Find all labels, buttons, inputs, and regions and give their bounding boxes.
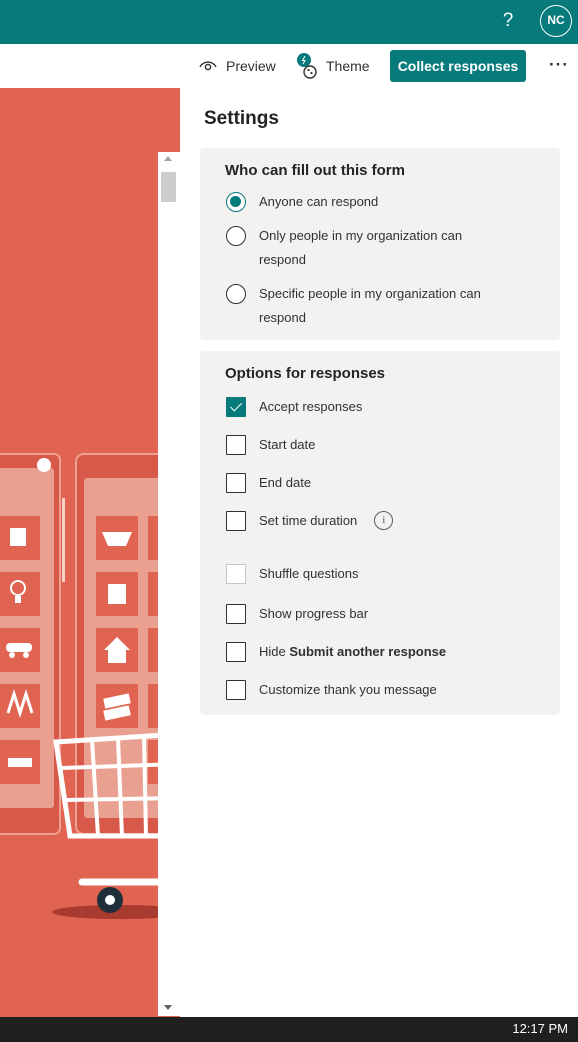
scroll-up-arrow-icon[interactable] bbox=[164, 156, 172, 161]
checkbox[interactable] bbox=[226, 642, 246, 662]
preview-button[interactable]: Preview bbox=[198, 44, 276, 88]
checkbox-label: Hide Submit another response bbox=[259, 640, 446, 664]
who-can-fill-title: Who can fill out this form bbox=[225, 162, 405, 179]
checkbox-label-bold: Submit another response bbox=[289, 644, 447, 659]
radio-label: Specific people in my organization can r… bbox=[259, 286, 481, 325]
radio-button[interactable] bbox=[226, 192, 246, 212]
checkbox[interactable] bbox=[226, 397, 246, 417]
info-icon[interactable]: i bbox=[374, 511, 394, 530]
radio-label: Only people in my organization can respo… bbox=[259, 228, 463, 267]
theme-button[interactable]: Theme bbox=[296, 44, 370, 88]
checkbox-label: Start date bbox=[259, 437, 316, 452]
checkbox-label: End date bbox=[259, 475, 312, 490]
checkbox-shuffle-questions: Shuffle questions bbox=[226, 562, 359, 586]
avatar[interactable]: NC bbox=[540, 5, 572, 37]
checkbox-end-date[interactable]: End date bbox=[226, 471, 311, 495]
radio-specific-people[interactable]: Specific people in my organization can r… bbox=[226, 282, 509, 330]
checkbox-start-date[interactable]: Start date bbox=[226, 433, 315, 457]
options-for-responses-card: Options for responses Accept responses S… bbox=[200, 351, 560, 715]
checkbox-label: Accept responses bbox=[259, 399, 363, 414]
help-icon[interactable]: ? bbox=[498, 8, 518, 34]
checkbox-label: Show progress bar bbox=[259, 606, 369, 621]
checkbox-label: Set time duration bbox=[259, 513, 358, 528]
preview-label: Preview bbox=[226, 58, 276, 74]
canvas-scrollbar[interactable] bbox=[158, 152, 180, 1016]
options-for-responses-title: Options for responses bbox=[225, 365, 386, 382]
checkbox[interactable] bbox=[226, 604, 246, 624]
radio-label: Anyone can respond bbox=[259, 194, 379, 209]
radio-organization[interactable]: Only people in my organization can respo… bbox=[226, 224, 509, 272]
scroll-down-arrow-icon[interactable] bbox=[164, 1005, 172, 1010]
command-bar: Preview Theme Collect responses ··· bbox=[0, 44, 578, 88]
checkbox-customize-thank-you[interactable]: Customize thank you message bbox=[226, 678, 437, 702]
checkbox[interactable] bbox=[226, 473, 246, 493]
taskbar-clock[interactable]: 12:17 PM bbox=[512, 1021, 568, 1036]
checkbox bbox=[226, 564, 246, 584]
theme-label: Theme bbox=[326, 58, 370, 74]
settings-panel: Settings Who can fill out this form Anyo… bbox=[180, 88, 578, 1017]
checkbox-label: Customize thank you message bbox=[259, 682, 437, 697]
radio-anyone[interactable]: Anyone can respond bbox=[226, 190, 509, 214]
collect-responses-button[interactable]: Collect responses bbox=[390, 50, 526, 82]
checkbox-accept-responses[interactable]: Accept responses bbox=[226, 395, 362, 419]
form-theme-canvas bbox=[0, 88, 180, 1017]
taskbar: 12:17 PM bbox=[0, 1017, 578, 1042]
checkbox[interactable] bbox=[226, 680, 246, 700]
checkbox-set-time-duration[interactable]: Set time duration i bbox=[226, 509, 394, 533]
shopping-illustration bbox=[0, 453, 180, 919]
eye-icon bbox=[199, 61, 217, 71]
palette-icon bbox=[297, 53, 317, 79]
checkbox-label-prefix: Hide bbox=[259, 644, 290, 659]
checkbox-label: Shuffle questions bbox=[259, 566, 359, 581]
ellipsis-icon[interactable]: ··· bbox=[548, 52, 570, 80]
checkbox[interactable] bbox=[226, 511, 246, 531]
app-header: ? NC bbox=[0, 0, 578, 44]
checkbox-hide-submit-another[interactable]: Hide Submit another response bbox=[226, 640, 446, 664]
checkbox-show-progress-bar[interactable]: Show progress bar bbox=[226, 602, 368, 626]
scroll-thumb[interactable] bbox=[161, 172, 176, 202]
radio-button[interactable] bbox=[226, 284, 246, 304]
radio-button[interactable] bbox=[226, 226, 246, 246]
who-can-fill-card: Who can fill out this form Anyone can re… bbox=[200, 148, 560, 340]
checkbox[interactable] bbox=[226, 435, 246, 455]
settings-title: Settings bbox=[204, 108, 279, 129]
